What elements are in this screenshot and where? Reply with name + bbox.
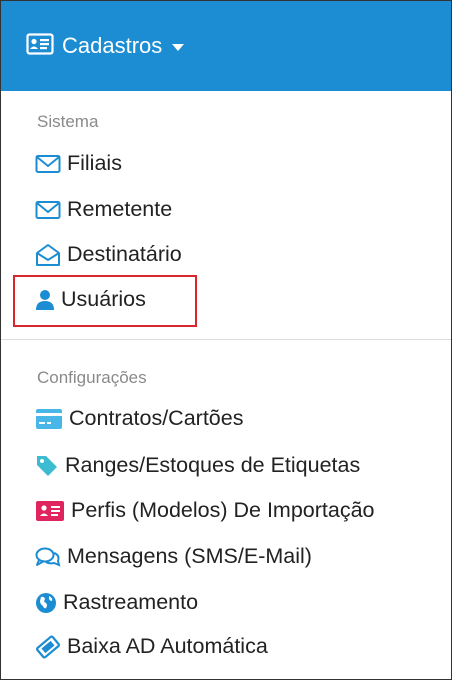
menu-item-label: Contratos/Cartões: [69, 406, 244, 430]
menu-item-label: Rastreamento: [63, 590, 199, 614]
menu-item-perfis-importacao[interactable]: Perfis (Modelos) De Importação: [35, 498, 375, 523]
menu-item-label: Destinatário: [67, 242, 182, 266]
menu-item-label: Remetente: [67, 197, 173, 221]
envelope-icon: [35, 154, 61, 174]
cadastros-menu-toggle[interactable]: Cadastros: [1, 1, 451, 91]
menu-item-label: Perfis (Modelos) De Importação: [71, 498, 375, 522]
section-label-sistema: Sistema: [37, 112, 99, 131]
menu-item-mensagens[interactable]: Mensagens (SMS/E-Mail): [35, 544, 312, 569]
menu-title: Cadastros: [62, 33, 163, 58]
section-label-configuracoes: Configurações: [37, 368, 147, 387]
comments-icon: [35, 546, 61, 568]
chevron-down-icon: [172, 43, 185, 51]
envelope-open-icon: [35, 243, 61, 267]
menu-item-rastreamento[interactable]: Rastreamento: [35, 590, 198, 615]
user-icon: [35, 289, 55, 311]
id-card-icon: [26, 32, 54, 60]
menu-item-label: Ranges/Estoques de Etiquetas: [65, 453, 361, 477]
ticket-icon: [35, 634, 61, 659]
section-divider: [1, 339, 451, 340]
menu-item-label: Usuários: [61, 287, 146, 311]
credit-card-icon: [35, 408, 63, 430]
menu-item-ranges-estoques[interactable]: Ranges/Estoques de Etiquetas: [35, 453, 360, 478]
menu-item-label: Baixa AD Automática: [67, 634, 268, 658]
menu-item-remetente[interactable]: Remetente: [35, 197, 172, 222]
tag-icon: [35, 454, 59, 478]
globe-icon: [35, 592, 57, 614]
menu-item-destinatario[interactable]: Destinatário: [35, 242, 182, 267]
dropdown-menu: Cadastros Sistema Filiais Remetente Dest…: [0, 0, 452, 680]
menu-item-contratos-cartoes[interactable]: Contratos/Cartões: [35, 406, 243, 431]
id-card-icon: [35, 500, 65, 522]
menu-item-label: Mensagens (SMS/E-Mail): [67, 544, 312, 568]
menu-item-filiais[interactable]: Filiais: [35, 151, 122, 176]
envelope-icon: [35, 200, 61, 220]
menu-item-baixa-ad[interactable]: Baixa AD Automática: [35, 634, 268, 659]
menu-item-label: Filiais: [67, 151, 122, 175]
menu-item-usuarios[interactable]: Usuários: [35, 287, 146, 312]
